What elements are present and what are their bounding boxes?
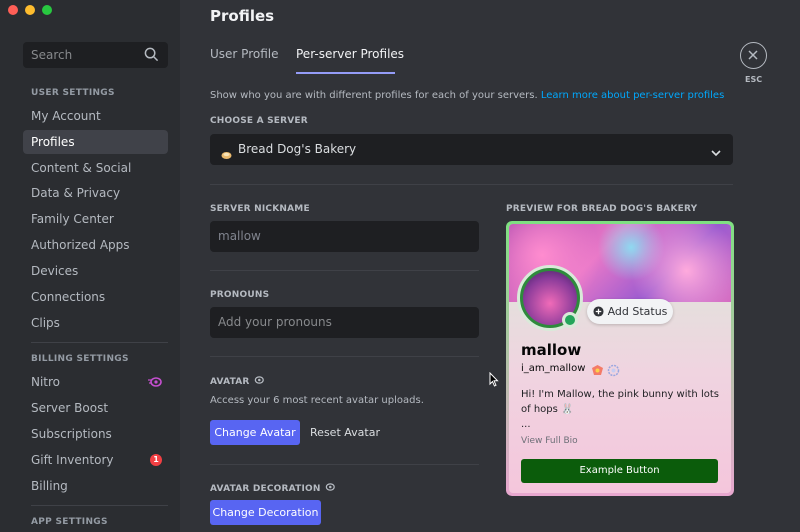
- tab-per-server-profiles[interactable]: Per-server Profiles: [296, 47, 404, 61]
- nitro-icon: [324, 483, 335, 494]
- sidebar-item-server-boost[interactable]: Server Boost: [23, 396, 168, 420]
- sidebar-item-gift-inventory[interactable]: Gift Inventory 1: [23, 448, 168, 472]
- mouse-cursor-icon: [489, 371, 499, 391]
- preview-label: PREVIEW FOR BREAD DOG'S BAKERY: [506, 204, 698, 214]
- add-status-button[interactable]: Add Status: [587, 299, 673, 324]
- profile-preview-card: Add Status mallow i_am_mallow Hi! I'm Ma…: [506, 221, 734, 496]
- change-decoration-button[interactable]: Change Decoration: [210, 500, 321, 525]
- section-heading-billing-settings: BILLING SETTINGS: [31, 354, 129, 364]
- sidebar-item-data-privacy[interactable]: Data & Privacy: [23, 181, 168, 205]
- selected-server: Bread Dog's Bakery: [238, 142, 357, 156]
- page-description: Show who you are with different profiles…: [210, 90, 724, 101]
- sidebar-item-label: Gift Inventory: [31, 453, 114, 467]
- description-text: Show who you are with different profiles…: [210, 90, 538, 101]
- hypesquad-badge-icon: [591, 362, 604, 381]
- plus-circle-icon: [593, 306, 604, 317]
- change-avatar-button[interactable]: Change Avatar: [210, 420, 300, 445]
- sidebar-item-devices[interactable]: Devices: [23, 259, 168, 283]
- sidebar-item-content-social[interactable]: Content & Social: [23, 156, 168, 180]
- bio-text: Hi! I'm Mallow, the pink bunny with lots…: [521, 389, 719, 415]
- avatar-description: Access your 6 most recent avatar uploads…: [210, 395, 424, 406]
- sidebar-item-my-account[interactable]: My Account: [23, 104, 168, 128]
- sidebar-item-billing[interactable]: Billing: [23, 474, 168, 498]
- minimize-window-button[interactable]: [25, 5, 35, 15]
- close-button[interactable]: [740, 42, 767, 69]
- search-placeholder: Search: [31, 48, 73, 62]
- server-select[interactable]: Bread Dog's Bakery: [210, 134, 733, 165]
- choose-server-label: CHOOSE A SERVER: [210, 116, 308, 126]
- close-icon: [748, 50, 758, 60]
- page-title: Profiles: [210, 7, 275, 25]
- avatar-label-text: AVATAR: [210, 377, 250, 387]
- section-divider: [210, 184, 733, 185]
- zoom-window-button[interactable]: [42, 5, 52, 15]
- username: i_am_mallow: [521, 363, 586, 374]
- profile-badges: [591, 362, 620, 381]
- pronouns-label: PRONOUNS: [210, 290, 270, 300]
- sidebar-item-label: Nitro: [31, 375, 61, 389]
- reset-avatar-button[interactable]: Reset Avatar: [310, 420, 380, 445]
- section-heading-user-settings: USER SETTINGS: [31, 88, 115, 98]
- view-full-bio-link[interactable]: View Full Bio: [521, 436, 578, 446]
- search-icon: [144, 47, 159, 66]
- section-divider: [210, 270, 479, 271]
- avatar-label: AVATAR: [210, 376, 264, 387]
- sidebar-item-nitro[interactable]: Nitro: [23, 370, 168, 394]
- nickname-field[interactable]: mallow: [210, 221, 479, 252]
- sidebar-item-subscriptions[interactable]: Subscriptions: [23, 422, 168, 446]
- nitro-icon: [253, 376, 264, 387]
- sidebar-item-clips[interactable]: Clips: [23, 311, 168, 335]
- example-button[interactable]: Example Button: [521, 459, 718, 483]
- tab-user-profile[interactable]: User Profile: [210, 47, 278, 61]
- section-divider: [210, 464, 479, 465]
- online-status-icon: [562, 312, 578, 328]
- active-tab-indicator: [296, 72, 395, 74]
- sidebar-item-family-center[interactable]: Family Center: [23, 207, 168, 231]
- esc-label: ESC: [745, 75, 763, 84]
- section-divider: [210, 356, 479, 357]
- display-name: mallow: [521, 341, 582, 359]
- nitro-icon: [148, 370, 162, 394]
- close-window-button[interactable]: [8, 5, 18, 15]
- avatar-decoration-label: AVATAR DECORATION: [210, 483, 335, 494]
- window-controls: [8, 5, 52, 15]
- search-input[interactable]: Search: [23, 42, 168, 68]
- sidebar-divider: [31, 505, 168, 506]
- learn-more-link[interactable]: Learn more about per-server profiles: [541, 90, 724, 101]
- add-status-label: Add Status: [607, 305, 668, 318]
- sidebar-item-connections[interactable]: Connections: [23, 285, 168, 309]
- sidebar-divider: [31, 342, 168, 343]
- sidebar-item-profiles[interactable]: Profiles: [23, 130, 168, 154]
- server-icon: [221, 145, 232, 164]
- notification-badge: 1: [150, 454, 162, 466]
- bio-ellipsis: ...: [521, 419, 531, 430]
- settings-sidebar: Search USER SETTINGS My Account Profiles…: [0, 0, 180, 532]
- nitro-badge-icon: [607, 362, 620, 381]
- profile-bio: Hi! I'm Mallow, the pink bunny with lots…: [521, 387, 721, 432]
- sidebar-item-authorized-apps[interactable]: Authorized Apps: [23, 233, 168, 257]
- nickname-label: SERVER NICKNAME: [210, 204, 310, 214]
- pronouns-field[interactable]: Add your pronouns: [210, 307, 479, 338]
- chevron-down-icon: [710, 144, 722, 163]
- avatar-decoration-label-text: AVATAR DECORATION: [210, 484, 321, 494]
- section-heading-app-settings: APP SETTINGS: [31, 517, 108, 527]
